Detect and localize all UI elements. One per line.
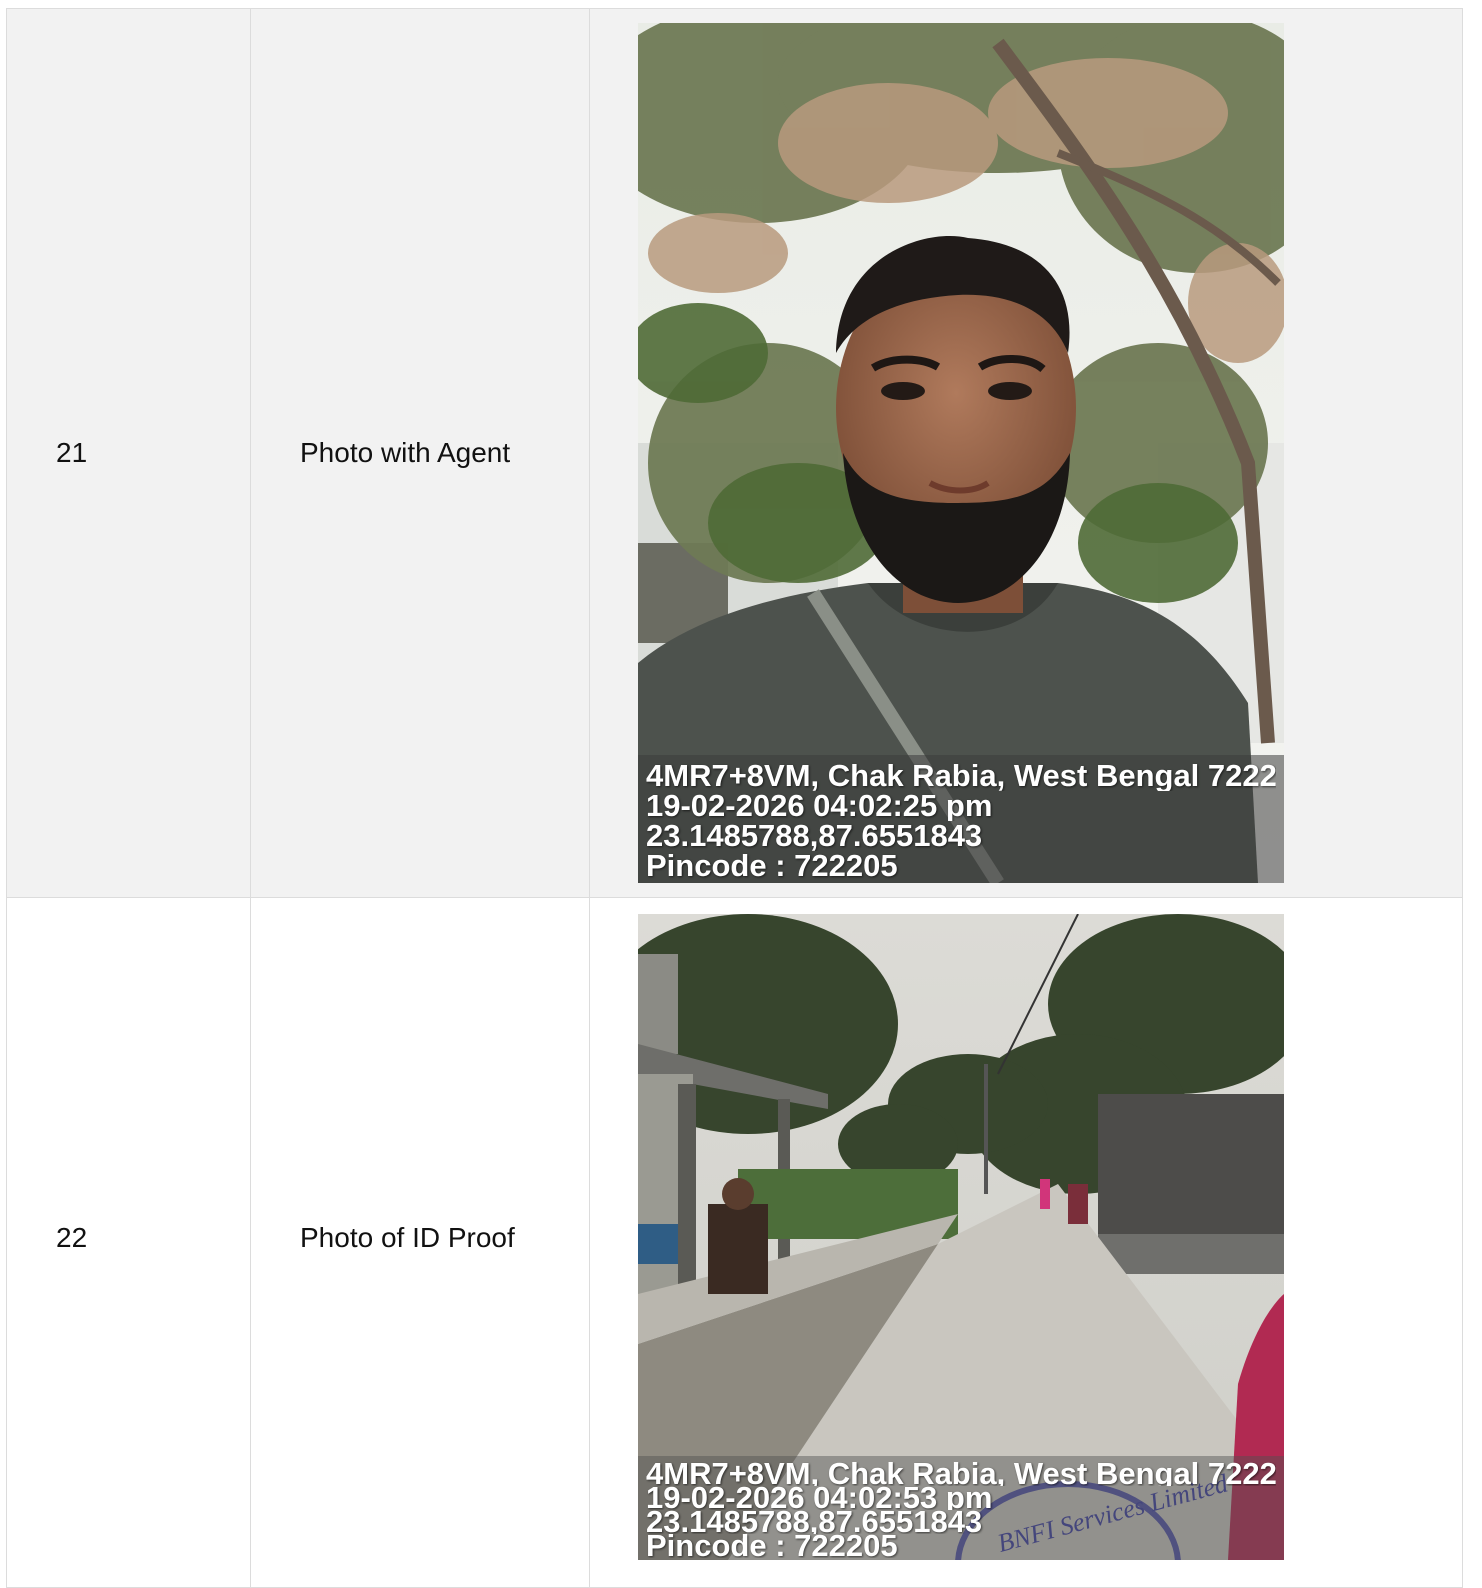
geotag-coordinates: 23.1485788,87.6551843 [646,1510,983,1534]
id-proof-photo[interactable]: BNFI Services Limited 4MR7+8VM, Chak Rab… [638,914,1284,1560]
geotag-overlay: 4MR7+8VM, Chak Rabia, West Bengal 72220 … [638,755,1284,883]
selfie-illustration [638,23,1284,883]
row-label: Photo of ID Proof [250,897,590,1588]
agent-selfie-photo[interactable]: 4MR7+8VM, Chak Rabia, West Bengal 72220 … [638,23,1284,883]
photo-cell: 4MR7+8VM, Chak Rabia, West Bengal 72220 … [589,8,1463,898]
geotag-address: 4MR7+8VM, Chak Rabia, West Bengal 72220 [646,1462,1276,1486]
table-row: 22 Photo of ID Proof BNFI Services Limit… [6,897,1463,1588]
geotag-pincode: Pincode : 722205 [646,1534,898,1558]
geotag-overlay: 4MR7+8VM, Chak Rabia, West Bengal 72220 … [638,1456,1284,1560]
row-label: Photo with Agent [250,8,590,898]
geotag-datetime: 19-02-2026 04:02:25 pm [646,791,993,821]
geotag-pincode: Pincode : 722205 [646,851,898,881]
geotag-coordinates: 23.1485788,87.6551843 [646,821,983,851]
row-number: 22 [6,897,251,1588]
geotag-datetime: 19-02-2026 04:02:53 pm [646,1486,993,1510]
geotag-address: 4MR7+8VM, Chak Rabia, West Bengal 72220 [646,761,1276,791]
verification-table: 21 Photo with Agent 4MR7+8VM, Chak Rabia… [6,8,1463,1588]
photo-cell: BNFI Services Limited 4MR7+8VM, Chak Rab… [589,897,1463,1588]
table-row: 21 Photo with Agent 4MR7+8VM, Chak Rabia… [6,8,1463,898]
row-number: 21 [6,8,251,898]
